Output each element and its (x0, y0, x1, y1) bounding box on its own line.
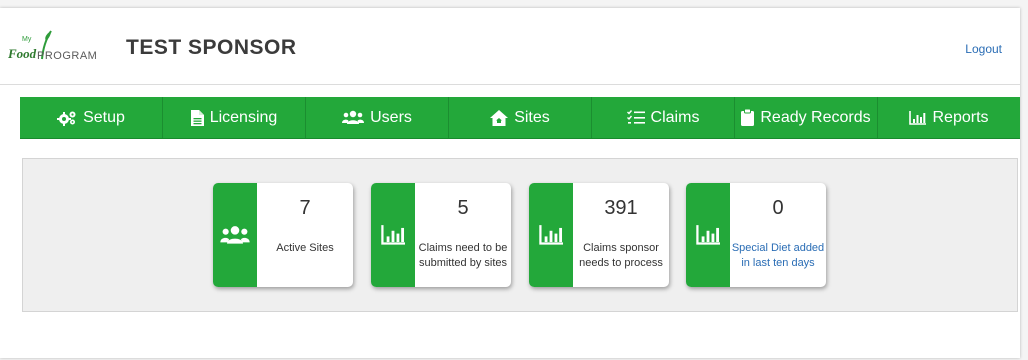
nav-ready-records-label: Ready Records (760, 108, 871, 126)
special-diet-link[interactable]: Special Diet added in last ten days (730, 241, 826, 271)
document-icon (190, 109, 204, 126)
main-nav: Setup Licensing Users Sites Claims Ready… (20, 97, 1020, 139)
users-icon (342, 110, 365, 124)
logout-link[interactable]: Logout (965, 42, 1002, 56)
stat-value: 0 (772, 197, 784, 219)
stat-value: 7 (299, 197, 311, 219)
myfoodprogram-logo[interactable]: My Food PROGRAM (8, 28, 120, 68)
stat-card-special-diet[interactable]: 0 Special Diet added in last ten days (686, 183, 826, 287)
stat-card-icon-area (371, 183, 415, 287)
checklist-icon (626, 110, 645, 124)
nav-reports[interactable]: Reports (878, 97, 1020, 138)
stat-label: Claims need to be submitted by sites (418, 242, 508, 269)
stat-label: Active Sites (276, 242, 334, 254)
stat-value: 391 (604, 197, 638, 219)
bar-chart-icon (696, 225, 720, 245)
logo-program-text: PROGRAM (37, 50, 98, 62)
stat-card-icon-area (686, 183, 730, 287)
nav-users-label: Users (370, 108, 412, 126)
stat-value: 5 (457, 197, 469, 219)
nav-setup[interactable]: Setup (20, 97, 163, 138)
house-icon (490, 109, 509, 126)
page: My Food PROGRAM TEST SPONSOR Logout Setu… (0, 8, 1020, 358)
bar-chart-icon (539, 225, 563, 245)
nav-licensing[interactable]: Licensing (163, 97, 306, 138)
nav-sites[interactable]: Sites (449, 97, 592, 138)
logo-my-text: My (22, 36, 32, 43)
bar-chart-icon (909, 110, 927, 125)
gears-icon (57, 111, 76, 126)
stat-card-active-sites[interactable]: 7 Active Sites (213, 183, 353, 287)
nav-ready-records[interactable]: Ready Records (735, 97, 878, 138)
nav-reports-label: Reports (932, 108, 989, 126)
dashboard-panel: 7 Active Sites 5 Claims need to be submi… (22, 158, 1018, 312)
logo-food-text: Food (8, 46, 37, 61)
stat-card-icon-area (529, 183, 573, 287)
stat-label: Claims sponsor needs to process (579, 242, 663, 269)
nav-setup-label: Setup (83, 108, 125, 126)
stat-card-claims-process[interactable]: 391 Claims sponsor needs to process (529, 183, 669, 287)
bar-chart-icon (381, 225, 405, 245)
page-title: TEST SPONSOR (126, 36, 297, 59)
nav-licensing-label: Licensing (209, 108, 278, 126)
stat-card-icon-area (213, 183, 257, 287)
nav-claims[interactable]: Claims (592, 97, 735, 138)
stat-card-claims-submit[interactable]: 5 Claims need to be submitted by sites (371, 183, 511, 287)
clipboard-icon (741, 109, 755, 126)
users-icon (220, 226, 250, 244)
nav-users[interactable]: Users (306, 97, 449, 138)
nav-sites-label: Sites (514, 108, 550, 126)
nav-claims-label: Claims (650, 108, 700, 126)
header: My Food PROGRAM TEST SPONSOR Logout (0, 8, 1020, 85)
